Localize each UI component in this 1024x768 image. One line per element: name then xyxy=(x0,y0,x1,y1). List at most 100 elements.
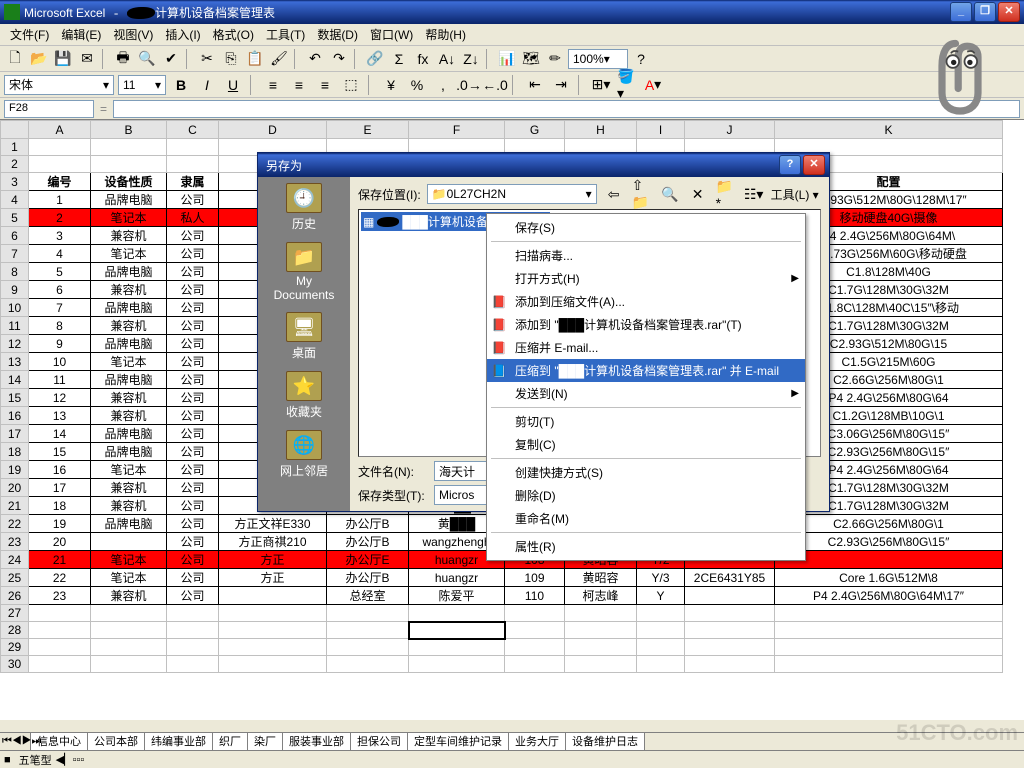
cell[interactable]: 笔记本 xyxy=(91,353,167,371)
italic-icon[interactable]: I xyxy=(196,74,218,96)
dialog-help-button[interactable]: ? xyxy=(779,155,801,175)
menu-item[interactable]: 工具(T) xyxy=(260,24,311,45)
context-menu-item[interactable]: 发送到(N)▶ xyxy=(487,382,805,405)
context-menu-item[interactable]: 保存(S) xyxy=(487,216,805,239)
cell[interactable]: 公司 xyxy=(167,551,219,569)
context-menu-item[interactable]: 重命名(M) xyxy=(487,507,805,530)
cell[interactable]: 5 xyxy=(29,263,91,281)
col-header[interactable]: E xyxy=(327,121,409,139)
cell[interactable]: 办公厅B xyxy=(327,533,409,551)
cell[interactable]: 3 xyxy=(29,227,91,245)
cell[interactable]: 兼容机 xyxy=(91,227,167,245)
cell[interactable]: 公司 xyxy=(167,353,219,371)
row-header[interactable]: 19 xyxy=(1,461,29,479)
row-header[interactable]: 23 xyxy=(1,533,29,551)
cell[interactable]: 办公厅E xyxy=(327,551,409,569)
row-header[interactable]: 1 xyxy=(1,139,29,156)
font-color-icon[interactable]: A▾ xyxy=(642,74,664,96)
row-header[interactable]: 6 xyxy=(1,227,29,245)
row-header[interactable]: 18 xyxy=(1,443,29,461)
row-header[interactable]: 13 xyxy=(1,353,29,371)
cell[interactable]: 公司 xyxy=(167,461,219,479)
cell[interactable]: 笔记本 xyxy=(91,551,167,569)
cell[interactable]: 公司 xyxy=(167,263,219,281)
menu-item[interactable]: 插入(I) xyxy=(159,24,206,45)
row-header[interactable]: 16 xyxy=(1,407,29,425)
cell[interactable]: 公司 xyxy=(167,335,219,353)
cell[interactable] xyxy=(775,551,1003,569)
context-menu-item[interactable]: 复制(C) xyxy=(487,433,805,456)
cell[interactable]: 品牌电脑 xyxy=(91,371,167,389)
cell[interactable] xyxy=(219,587,327,605)
zoom-combo[interactable]: 100% ▾ xyxy=(568,49,628,69)
cell[interactable]: 17 xyxy=(29,479,91,497)
context-menu-item[interactable]: 剪切(T) xyxy=(487,410,805,433)
cell[interactable]: 笔记本 xyxy=(91,209,167,227)
format-painter-icon[interactable]: 🖌 xyxy=(268,48,290,70)
row-header[interactable]: 12 xyxy=(1,335,29,353)
search-icon[interactable]: 🔍 xyxy=(659,183,681,205)
col-header[interactable]: A xyxy=(29,121,91,139)
cut-icon[interactable]: ✂ xyxy=(196,48,218,70)
cell[interactable]: 23 xyxy=(29,587,91,605)
row-header[interactable]: 3 xyxy=(1,173,29,191)
align-left-icon[interactable]: ≡ xyxy=(262,74,284,96)
cell[interactable]: 品牌电脑 xyxy=(91,425,167,443)
bold-icon[interactable]: B xyxy=(170,74,192,96)
spell-icon[interactable]: ✔ xyxy=(160,48,182,70)
cell[interactable]: 品牌电脑 xyxy=(91,515,167,533)
paste-icon[interactable]: 📋 xyxy=(244,48,266,70)
cell[interactable]: 14 xyxy=(29,425,91,443)
cell[interactable]: 公司 xyxy=(167,245,219,263)
cell[interactable]: 兼容机 xyxy=(91,389,167,407)
col-header[interactable]: G xyxy=(505,121,565,139)
copy-icon[interactable]: ⎘ xyxy=(220,48,242,70)
drawing-icon[interactable]: ✏ xyxy=(544,48,566,70)
dec-decimal-icon[interactable]: ←.0 xyxy=(484,74,506,96)
menu-item[interactable]: 窗口(W) xyxy=(364,24,419,45)
cell[interactable]: 公司 xyxy=(167,497,219,515)
cell[interactable]: 兼容机 xyxy=(91,587,167,605)
cell[interactable]: C2.66G\256M\80G\1 xyxy=(775,515,1003,533)
row-header[interactable]: 7 xyxy=(1,245,29,263)
preview-icon[interactable]: 🔍 xyxy=(136,48,158,70)
cell[interactable]: 品牌电脑 xyxy=(91,263,167,281)
context-menu-item[interactable]: 打开方式(H)▶ xyxy=(487,267,805,290)
cell[interactable]: 兼容机 xyxy=(91,479,167,497)
col-header[interactable]: D xyxy=(219,121,327,139)
row-header[interactable]: 21 xyxy=(1,497,29,515)
cell[interactable]: 方正 xyxy=(219,551,327,569)
cell[interactable]: 公司 xyxy=(167,299,219,317)
up-icon[interactable]: ⇧📁 xyxy=(631,183,653,205)
cell[interactable]: 品牌电脑 xyxy=(91,443,167,461)
inc-decimal-icon[interactable]: .0→ xyxy=(458,74,480,96)
cell[interactable]: 7 xyxy=(29,299,91,317)
context-menu-item[interactable]: 📘压缩到 "███计算机设备档案管理表.rar" 并 E-mail xyxy=(487,359,805,382)
row-header[interactable]: 22 xyxy=(1,515,29,533)
menu-item[interactable]: 视图(V) xyxy=(107,24,159,45)
cell[interactable]: 109 xyxy=(505,569,565,587)
menu-item[interactable]: 数据(D) xyxy=(311,24,364,45)
cell[interactable]: huangzr xyxy=(409,569,505,587)
row-header[interactable]: 8 xyxy=(1,263,29,281)
sort-asc-icon[interactable]: A↓ xyxy=(436,48,458,70)
row-header[interactable]: 29 xyxy=(1,639,29,656)
cell[interactable]: 12 xyxy=(29,389,91,407)
cell[interactable]: 柯志峰 xyxy=(565,587,637,605)
sheet-tab[interactable]: 服装事业部 xyxy=(282,732,351,750)
cell[interactable]: P4 2.4G\256M\80G\64M\17″ xyxy=(775,587,1003,605)
row-header[interactable]: 25 xyxy=(1,569,29,587)
cell[interactable]: C2.93G\256M\80G\15″ xyxy=(775,533,1003,551)
cell[interactable]: 13 xyxy=(29,407,91,425)
cell[interactable]: 22 xyxy=(29,569,91,587)
context-menu-item[interactable]: 删除(D) xyxy=(487,484,805,507)
cell[interactable]: 笔记本 xyxy=(91,569,167,587)
menu-item[interactable]: 格式(O) xyxy=(207,24,260,45)
row-header[interactable]: 30 xyxy=(1,656,29,673)
cell[interactable]: Y/3 xyxy=(637,569,685,587)
cell[interactable]: 设备性质 xyxy=(91,173,167,191)
row-header[interactable]: 20 xyxy=(1,479,29,497)
context-menu-item[interactable]: 属性(R) xyxy=(487,535,805,558)
sort-desc-icon[interactable]: Z↓ xyxy=(460,48,482,70)
underline-icon[interactable]: U xyxy=(222,74,244,96)
